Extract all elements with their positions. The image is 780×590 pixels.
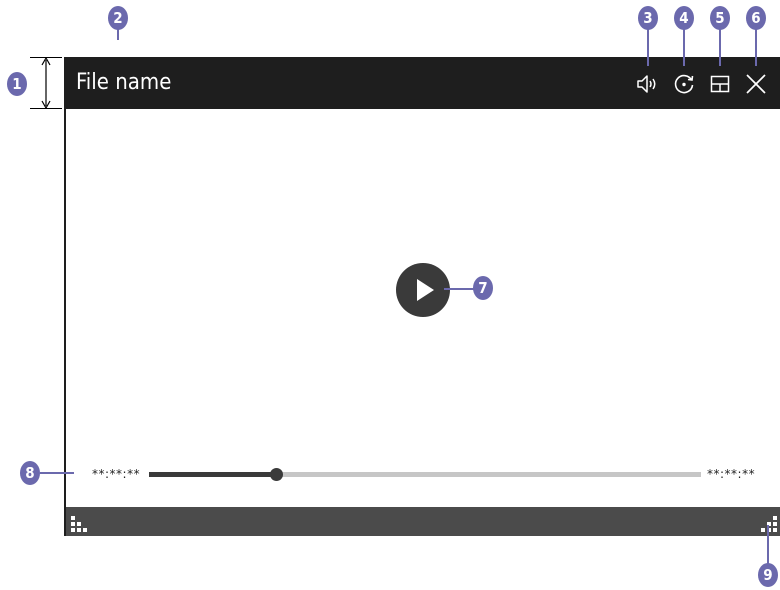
title-bar[interactable]: File name [66, 59, 780, 109]
play-button[interactable] [396, 263, 450, 317]
height-dimension-arrow [41, 57, 51, 109]
resize-grip-right-icon[interactable] [760, 515, 778, 533]
callout-1: 1 [7, 72, 27, 96]
callout-4-leader [683, 28, 685, 66]
volume-icon[interactable] [634, 71, 660, 97]
resize-grip-left-icon[interactable] [70, 515, 88, 533]
progress-fill [149, 472, 276, 477]
current-time: **:**:** [92, 467, 141, 481]
progress-thumb[interactable] [269, 468, 283, 481]
callout-6-leader [755, 28, 757, 66]
play-icon [417, 279, 434, 301]
callout-8-leader [40, 472, 74, 474]
callout-8: 8 [20, 461, 40, 485]
bottom-bar [66, 507, 780, 536]
callout-7: 7 [473, 276, 493, 300]
rotate-icon[interactable] [671, 71, 697, 97]
callout-9-leader [767, 525, 769, 565]
progress-track[interactable] [149, 468, 701, 481]
callout-7-leader [444, 288, 474, 290]
callout-5-leader [719, 28, 721, 66]
total-time: **:**:** [707, 467, 756, 481]
callout-9: 9 [758, 563, 778, 587]
callout-6: 6 [746, 6, 766, 30]
media-player-window: File name **:**:** **:**:** [64, 57, 780, 536]
callout-2: 2 [108, 6, 128, 30]
callout-3-leader [647, 28, 649, 66]
close-icon[interactable] [743, 71, 769, 97]
file-name-title: File name [76, 70, 172, 95]
callout-5: 5 [710, 6, 730, 30]
layout-icon[interactable] [707, 71, 733, 97]
callout-3: 3 [638, 6, 658, 30]
callout-4: 4 [674, 6, 694, 30]
